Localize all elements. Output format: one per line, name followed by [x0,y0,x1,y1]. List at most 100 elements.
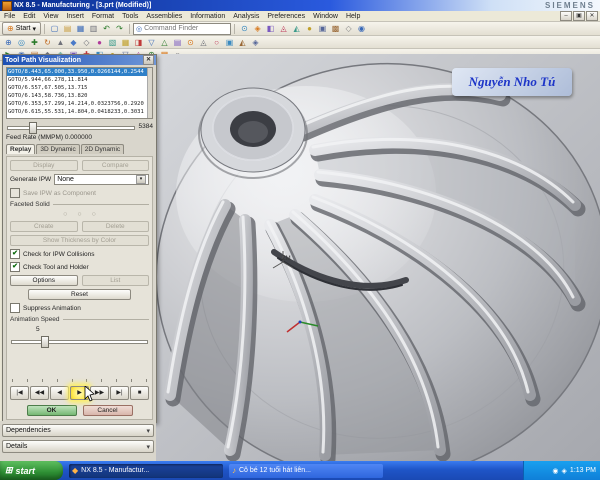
menu-analysis[interactable]: Analysis [229,13,263,20]
goto-line[interactable]: GOTO/6.143,58.736,13.820 [7,92,152,100]
menu-tools[interactable]: Tools [118,13,142,20]
reset-button[interactable]: Reset [28,289,131,300]
save-icon[interactable]: ▦ [75,23,86,34]
gallery-icon[interactable]: ▩ [330,23,341,34]
goto-line[interactable]: GOTO/8.443,65.000,33.950,0.0266144,0.254… [7,68,152,76]
tab-replay[interactable]: Replay [6,144,36,154]
window-icon[interactable]: ▣ [317,23,328,34]
generate-ipw-dropdown[interactable]: None ▾ [54,174,149,185]
touch-icon[interactable]: ◇ [343,23,354,34]
radio-icon[interactable]: ○ [77,211,81,218]
step-backward-button[interactable]: ◀ [50,386,69,400]
goto-line[interactable]: GOTO/6.615,55.531,14.804,0.0418233,0.303… [7,108,152,116]
options-button[interactable]: Options [10,275,78,286]
role-icon[interactable]: ● [304,23,315,34]
print-icon[interactable]: ▥ [88,23,99,34]
animation-speed-slider[interactable] [10,336,149,376]
show-thickness-button[interactable]: Show Thickness by Color [10,235,149,246]
rotate-icon[interactable]: ↻ [42,37,53,48]
ok-button[interactable]: OK [26,405,77,416]
menu-insert[interactable]: Insert [62,13,88,20]
tab-2d-dynamic[interactable]: 2D Dynamic [80,144,125,154]
command-finder-input[interactable]: ◎ Command Finder [133,22,232,35]
goto-line[interactable]: GOTO/6.353,57.299,14.214,0.0323756,0.292… [7,100,152,108]
point-icon[interactable]: ○ [211,37,222,48]
task-navigator-icon[interactable]: ◈ [252,23,263,34]
goto-list-scrollbar[interactable] [147,68,152,118]
clip-section-icon[interactable]: ◨ [133,37,144,48]
assembly-icon[interactable]: ◧ [265,23,276,34]
arc-icon[interactable]: ◭ [237,37,248,48]
play-backward-button[interactable]: ◀◀ [30,386,49,400]
check-ipw-collisions-checkbox[interactable]: ✔ [10,249,20,259]
studio-render-icon[interactable]: ● [94,37,105,48]
start-menu-button[interactable]: ⊕ Start ▾ [2,22,42,35]
toolpath-position-slider[interactable] [6,121,136,134]
graphics-viewport[interactable] [155,54,600,480]
compare-button[interactable]: Compare [81,160,149,171]
create-button[interactable]: Create [10,221,78,232]
goto-line[interactable]: GOTO/6.557,67.505,13.715 [7,84,152,92]
chevron-down-icon[interactable]: ▾ [146,427,150,435]
menu-file[interactable]: File [0,13,19,20]
taskbar-clock[interactable]: 1:13 PM [570,467,596,474]
snapshot-icon[interactable]: ▦ [120,37,131,48]
new-file-icon[interactable]: ▢ [49,23,60,34]
network-tray-icon[interactable]: ◈ [562,467,567,475]
shaded-view-icon[interactable]: ◆ [68,37,79,48]
toolpath-goto-list[interactable]: GOTO/8.443,65.000,33.950,0.0266144,0.254… [6,67,153,119]
menu-information[interactable]: Information [186,13,229,20]
stop-button[interactable]: ■ [130,386,149,400]
dialog-title-bar[interactable]: Tool Path Visualization ✕ [3,55,156,65]
redo-icon[interactable]: ↷ [114,23,125,34]
list-button[interactable]: List [81,275,149,286]
radio-icon[interactable]: ○ [92,211,96,218]
move-object-icon[interactable]: △ [159,37,170,48]
save-ipw-checkbox[interactable] [10,188,20,198]
open-folder-icon[interactable]: ▤ [62,23,73,34]
volume-tray-icon[interactable]: ◉ [552,467,558,475]
pmi-icon[interactable]: ◬ [278,23,289,34]
menu-preferences[interactable]: Preferences [263,13,309,20]
tab-3d-dynamic[interactable]: 3D Dynamic [36,144,80,154]
task-nx[interactable]: ◆ NX 8.5 - Manufactur... [69,463,223,478]
face-analysis-icon[interactable]: ▧ [107,37,118,48]
minimize-icon[interactable]: ‒ [560,11,572,21]
datum-icon[interactable]: ◬ [198,37,209,48]
dropdown-chevron-icon[interactable]: ▾ [136,175,146,184]
fit-view-icon[interactable]: ⊕ [3,37,14,48]
refresh-icon[interactable]: ⊙ [239,23,250,34]
sphere-icon[interactable]: ◈ [250,37,261,48]
menu-help[interactable]: Help [342,13,364,20]
measure-icon[interactable]: ⊙ [185,37,196,48]
check-tool-holder-checkbox[interactable]: ✔ [10,262,20,272]
go-to-start-button[interactable]: |◀ [10,386,29,400]
menu-edit[interactable]: Edit [19,13,39,20]
delete-button[interactable]: Delete [81,221,149,232]
wireframe-icon[interactable]: ◇ [81,37,92,48]
menu-assemblies[interactable]: Assemblies [142,13,186,20]
start-button[interactable]: ⊞ start [0,461,63,480]
menu-window[interactable]: Window [309,13,342,20]
pan-icon[interactable]: ✚ [29,37,40,48]
cancel-button[interactable]: Cancel [82,405,133,416]
pattern-icon[interactable]: ▤ [172,37,183,48]
view-orient-icon[interactable]: ◭ [291,23,302,34]
undo-icon[interactable]: ↶ [101,23,112,34]
work-plane-icon[interactable]: ▽ [146,37,157,48]
menu-view[interactable]: View [39,13,62,20]
chevron-down-icon[interactable]: ▾ [146,443,150,451]
goto-line[interactable]: GOTO/5.944,66.278,11.814 [7,76,152,84]
menu-format[interactable]: Format [88,13,118,20]
display-button[interactable]: Display [10,160,78,171]
dialog-close-icon[interactable]: ✕ [143,55,154,65]
perspective-icon[interactable]: ▲ [55,37,66,48]
details-panel-bar[interactable]: Details ▾ [2,440,154,453]
radio-icon[interactable]: ○ [63,211,67,218]
suppress-animation-checkbox[interactable] [10,303,20,313]
line-icon[interactable]: ▣ [224,37,235,48]
help-icon[interactable]: ◉ [356,23,367,34]
close-icon[interactable]: ✕ [586,11,598,21]
zoom-icon[interactable]: ◎ [16,37,27,48]
go-to-end-button[interactable]: ▶| [110,386,129,400]
